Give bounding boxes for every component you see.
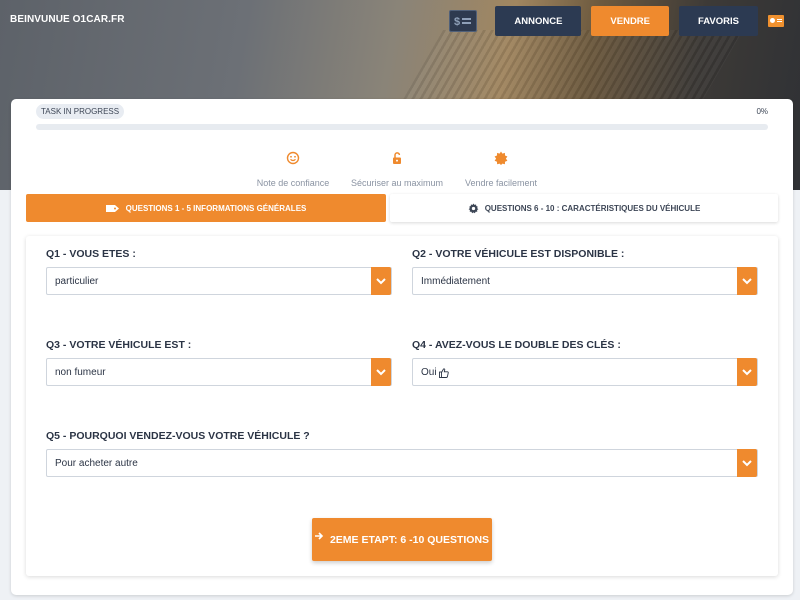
tab-label: QUESTIONS 6 - 10 : CARACTÉRISTIQUES DU V… <box>484 203 701 213</box>
q1-value: particulier <box>55 276 99 287</box>
form-card: TASK IN PROGRESS 0% Note de confiance Sé… <box>11 99 793 595</box>
annonce-button[interactable]: ANNONCE <box>495 6 582 36</box>
vendre-button[interactable]: VENDRE <box>591 6 669 36</box>
arrow-right-icon <box>314 531 324 543</box>
q2-value: Immédiatement <box>421 276 490 287</box>
tab-label: QUESTIONS 1 - 5 INFORMATIONS GÉNÉRALES <box>125 203 307 213</box>
next-step-label: 2EME ETAPT: 6 -10 QUESTIONS <box>329 533 490 546</box>
thumbs-up-icon <box>438 367 449 378</box>
tab-questions-6-10[interactable]: QUESTIONS 6 - 10 : CARACTÉRISTIQUES DU V… <box>390 194 778 222</box>
q4-value: Oui <box>421 367 437 378</box>
tag-icon <box>105 204 120 213</box>
q3-label: Q3 - VOTRE VÉHICULE EST : <box>46 339 192 351</box>
q5-label: Q5 - POURQUOI VENDEZ-VOUS VOTRE VÉHICULE… <box>46 430 310 442</box>
feature-secure: Sécuriser au maximum <box>337 151 457 191</box>
top-nav: $ ANNONCE VENDRE FAVORIS <box>449 6 784 36</box>
tab-questions-1-5[interactable]: QUESTIONS 1 - 5 INFORMATIONS GÉNÉRALES <box>26 194 386 222</box>
smile-icon <box>286 151 300 165</box>
chevron-down-icon[interactable] <box>371 267 391 295</box>
q2-select[interactable]: Immédiatement <box>412 267 758 295</box>
q3-select[interactable]: non fumeur <box>46 358 392 386</box>
q4-select[interactable]: Oui <box>412 358 758 386</box>
id-card-icon[interactable] <box>768 15 784 27</box>
q3-value: non fumeur <box>55 367 106 378</box>
q1-select[interactable]: particulier <box>46 267 392 295</box>
q5-value: Pour acheter autre <box>55 458 138 469</box>
brand-logo[interactable]: BEINVUNUE O1CAR.FR <box>10 14 125 25</box>
feature-easy-sell: Vendre facilement <box>441 151 561 191</box>
chevron-down-icon[interactable] <box>737 449 757 477</box>
gear-icon <box>468 202 479 214</box>
chevron-down-icon[interactable] <box>371 358 391 386</box>
badge-icon <box>494 151 508 165</box>
svg-text:$: $ <box>454 16 460 27</box>
unlock-icon <box>390 151 404 165</box>
chevron-down-icon[interactable] <box>737 267 757 295</box>
q2-label: Q2 - VOTRE VÉHICULE EST DISPONIBLE : <box>412 248 625 260</box>
q4-value-wrap: Oui <box>421 367 449 378</box>
feature-label: Note de confiance <box>256 178 330 188</box>
status-badge: TASK IN PROGRESS <box>36 104 125 119</box>
feature-confidence: Note de confiance <box>233 151 353 191</box>
q1-label: Q1 - VOUS ETES : <box>46 248 136 260</box>
feature-label: Vendre facilement <box>464 178 538 188</box>
money-icon[interactable]: $ <box>449 10 478 32</box>
feature-label: Sécuriser au maximum <box>350 178 444 188</box>
progress-bar <box>36 124 768 130</box>
questions-form: Q1 - VOUS ETES : particulier Q2 - VOTRE … <box>26 236 778 576</box>
q5-select[interactable]: Pour acheter autre <box>46 449 758 477</box>
favoris-button[interactable]: FAVORIS <box>679 6 758 36</box>
progress-percent: 0% <box>756 107 768 116</box>
next-step-button[interactable]: 2EME ETAPT: 6 -10 QUESTIONS <box>312 518 492 561</box>
chevron-down-icon[interactable] <box>737 358 757 386</box>
q4-label: Q4 - AVEZ-VOUS LE DOUBLE DES CLÉS : <box>412 339 621 351</box>
